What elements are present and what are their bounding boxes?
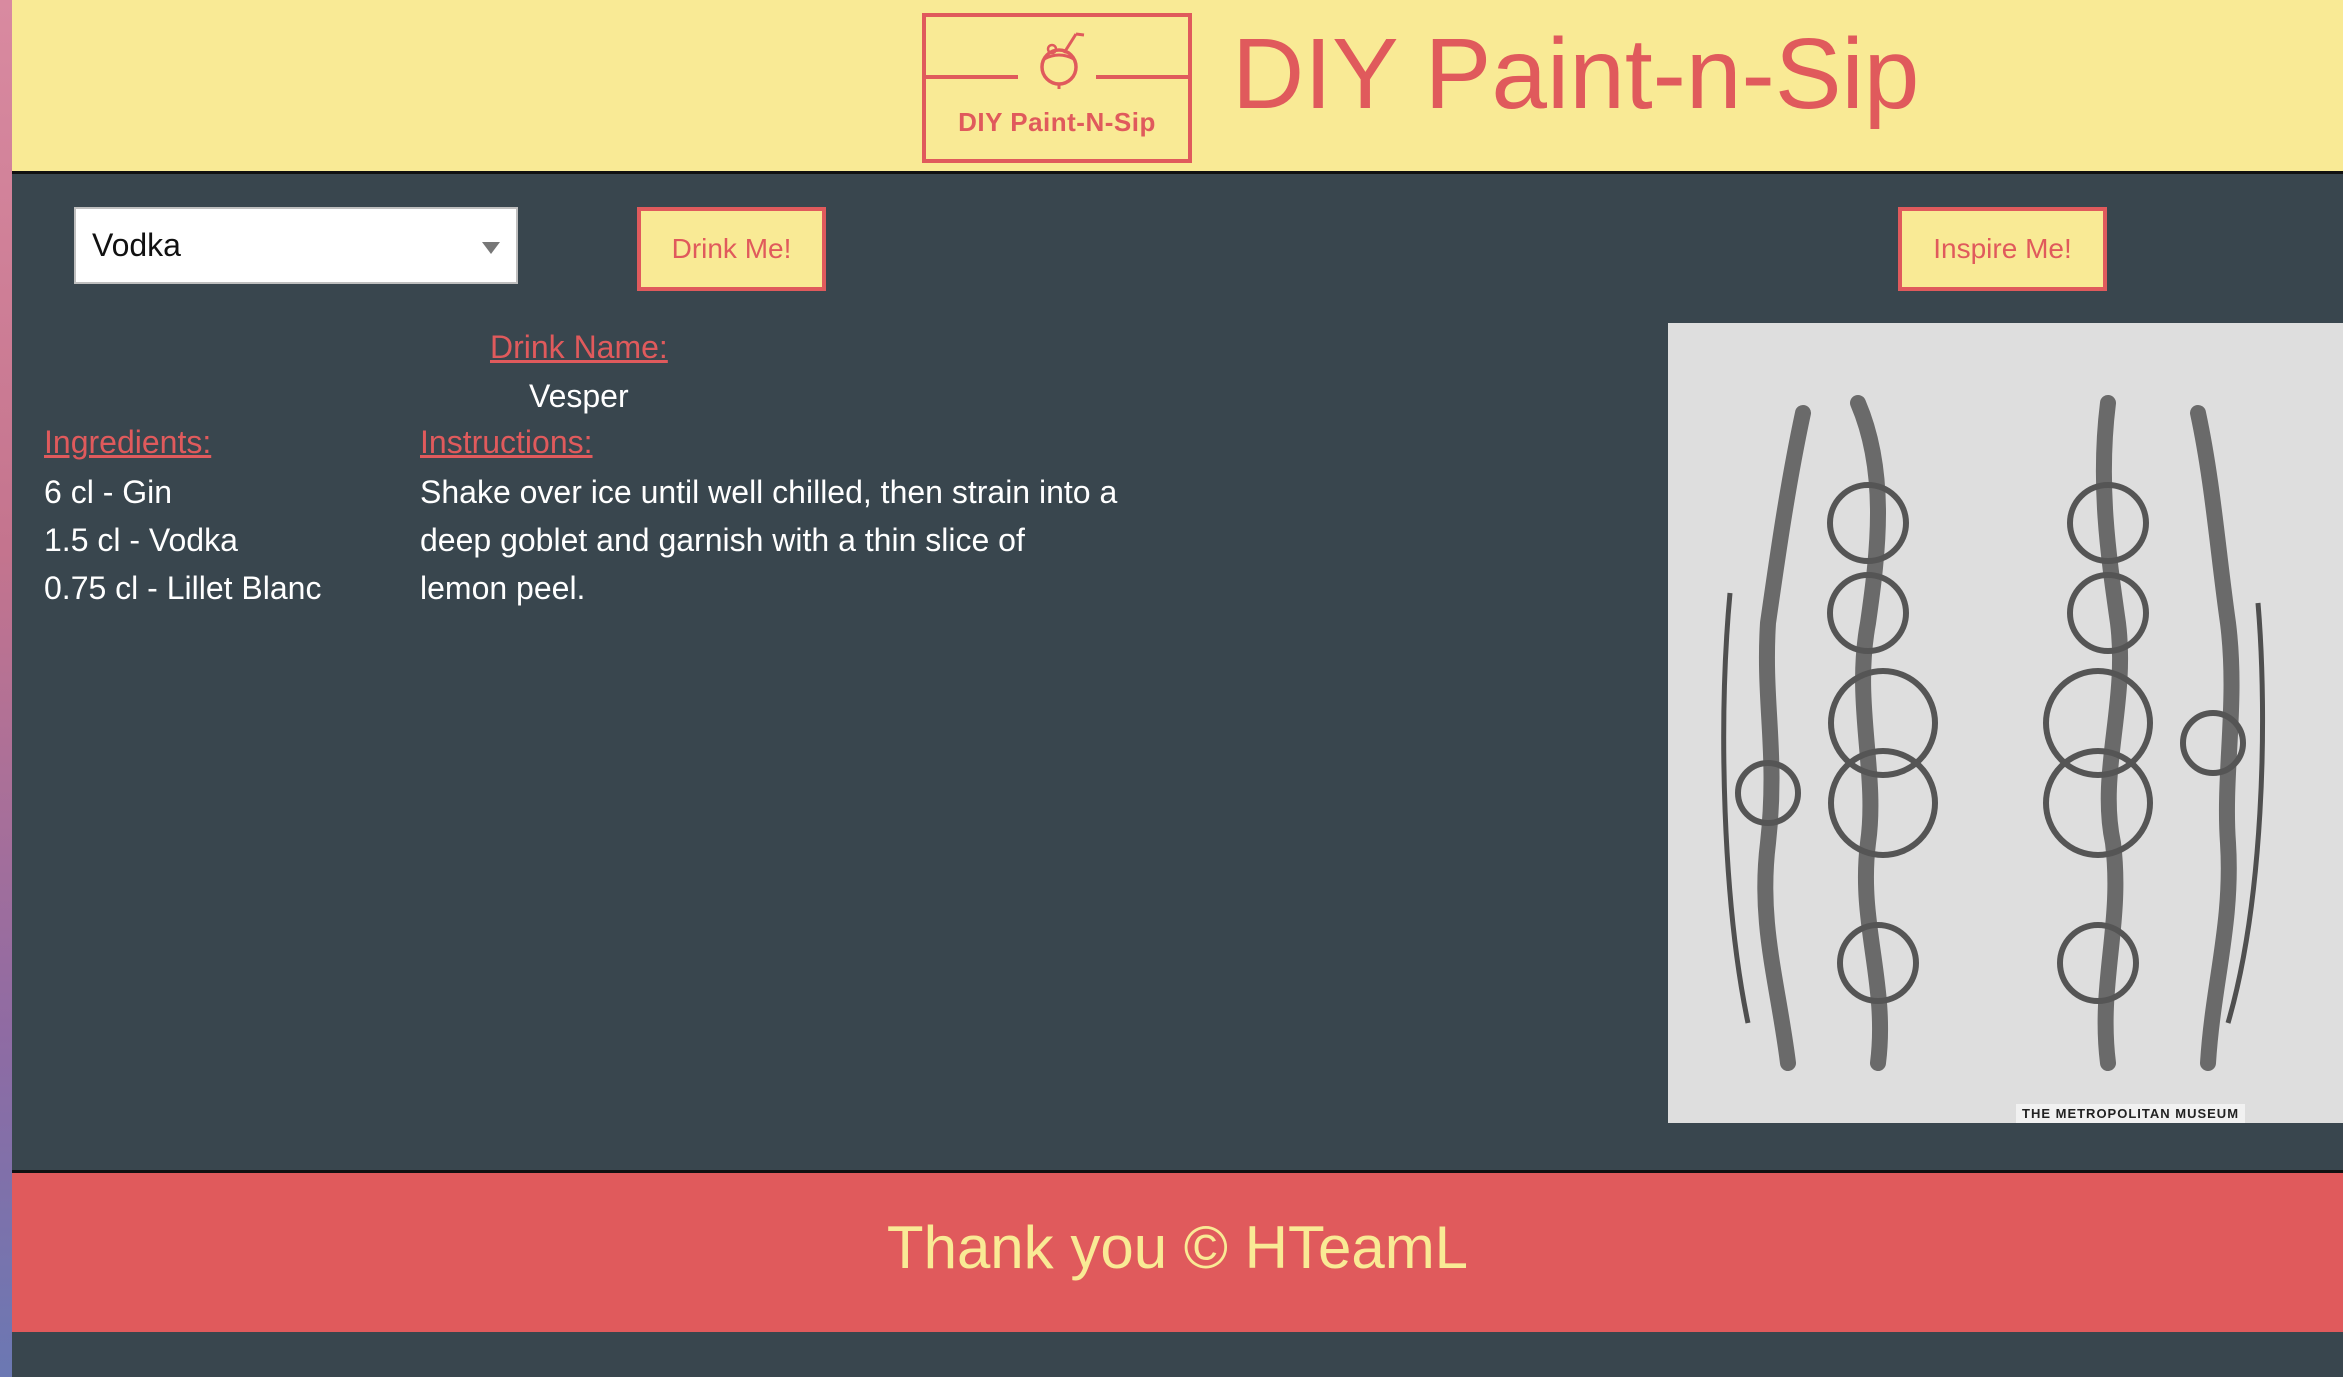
page-title: DIY Paint-n-Sip <box>1232 18 1920 130</box>
logo-rule-right <box>1096 75 1188 79</box>
footer-text: Thank you © HTeamL <box>886 1214 1469 1281</box>
ingredients-label: Ingredients: <box>44 424 212 460</box>
artwork-image: THE METROPOLITAN MUSEUM <box>1668 323 2343 1123</box>
jade-chains-illustration <box>1668 323 2343 1123</box>
ingredients-list: 6 cl - Gin 1.5 cl - Vodka 0.75 cl - Lill… <box>44 468 321 612</box>
logo-rule-left <box>926 75 1018 79</box>
spirit-select-value: Vodka <box>92 227 181 263</box>
ingredient-item: 0.75 cl - Lillet Blanc <box>44 570 322 606</box>
coconut-drink-icon <box>1040 32 1085 89</box>
inspire-me-button[interactable]: Inspire Me! <box>1898 207 2107 291</box>
logo-text: DIY Paint-N-Sip <box>958 107 1156 137</box>
instructions-label: Instructions: <box>420 424 593 460</box>
instructions-text: Shake over ice until well chilled, then … <box>420 474 1118 606</box>
chevron-down-icon <box>482 242 500 254</box>
ingredient-item: 6 cl - Gin <box>44 474 173 510</box>
drink-name: Vesper <box>529 378 629 414</box>
site-logo[interactable]: DIY Paint-N-Sip <box>922 13 1192 163</box>
site-footer: Thank you © HTeamL <box>12 1170 2343 1332</box>
ingredient-item: 1.5 cl - Vodka <box>44 522 238 558</box>
artwork-caption: THE METROPOLITAN MUSEUM <box>2016 1104 2246 1123</box>
drink-me-button[interactable]: Drink Me! <box>637 207 826 291</box>
site-header: DIY Paint-N-Sip DIY Paint-n-Sip <box>12 0 2343 174</box>
spirit-select[interactable]: Vodka <box>74 207 518 284</box>
window-edge <box>0 0 12 1377</box>
drink-name-label: Drink Name: <box>490 329 668 365</box>
